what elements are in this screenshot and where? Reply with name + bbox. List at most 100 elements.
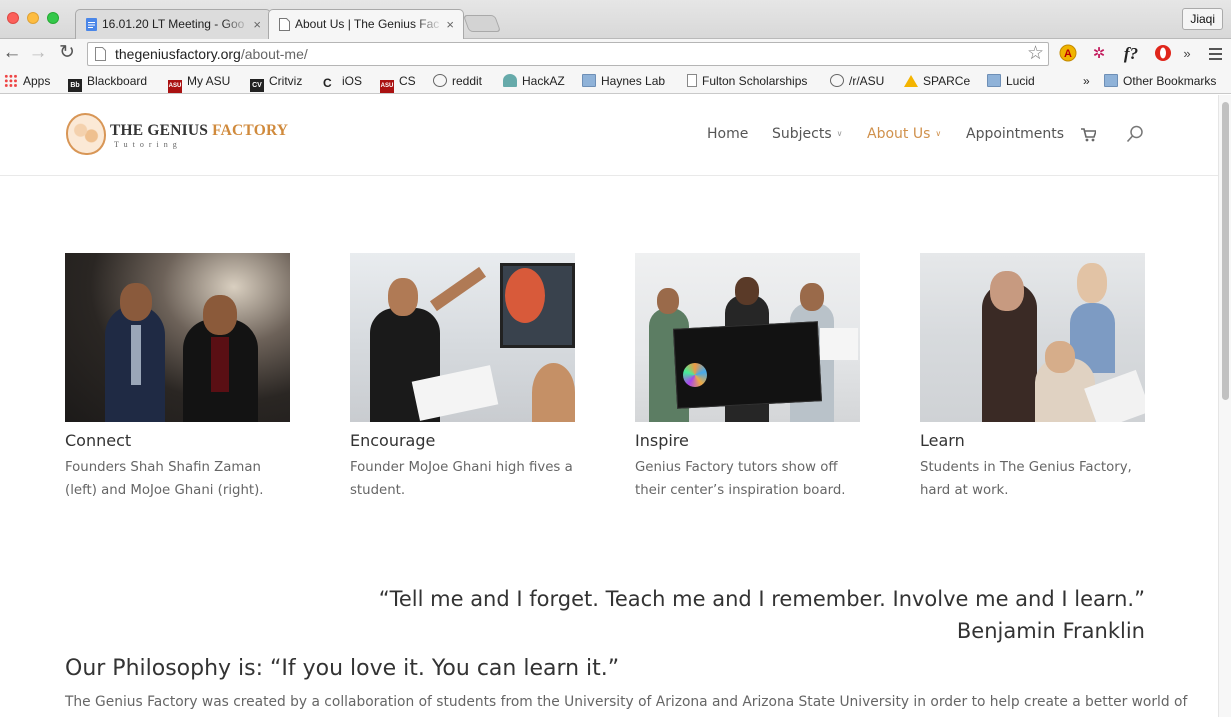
reddit-icon [830, 74, 844, 87]
opera-icon[interactable] [1153, 44, 1173, 64]
chevron-down-icon: ∨ [836, 129, 843, 138]
logo-tagline: Tutoring [114, 140, 182, 149]
bookmarks-bar: Apps Bb Blackboard ASU My ASU CV Critviz Ci… [0, 69, 1231, 94]
bookmark-other[interactable]: Other Bookmarks [1104, 73, 1216, 89]
url-text: thegeniusfactory.org/about-me/ [115, 46, 308, 62]
chevron-down-icon: ∨ [935, 129, 942, 138]
minimize-window-button[interactable] [27, 12, 39, 24]
tab-fade [415, 10, 443, 39]
close-tab-icon[interactable]: × [446, 10, 454, 39]
about-paragraph: The Genius Factory was created by a coll… [65, 694, 1188, 710]
svg-text:A: A [1064, 48, 1072, 60]
menu-icon[interactable] [1209, 48, 1222, 60]
bookmarks-overflow-icon[interactable]: » [1083, 73, 1090, 89]
close-tab-icon[interactable]: × [253, 10, 261, 39]
nav-subjects[interactable]: Subjects ∨ [772, 126, 843, 142]
bookmark-hackaz[interactable]: HackAZ [503, 73, 565, 89]
bookmark-my-asu[interactable]: ASU My ASU [168, 73, 230, 93]
bookmark-label: iOS [342, 74, 363, 88]
nav-appointments[interactable]: Appointments [966, 126, 1064, 142]
bookmark-star-icon[interactable]: ☆ [1027, 43, 1044, 65]
profile-button[interactable]: Jiaqi [1182, 8, 1223, 30]
bookmark-r-asu[interactable]: /r/ASU [830, 73, 884, 89]
bookmark-label: Blackboard [87, 74, 148, 88]
blackboard-icon: Bb [68, 79, 82, 92]
card-title: Encourage [350, 431, 436, 450]
card-inspire: Inspire Genius Factory tutors show off t… [635, 253, 860, 502]
hackaz-icon [503, 74, 517, 87]
search-icon[interactable] [1126, 125, 1144, 143]
reload-icon[interactable]: ↻ [57, 43, 77, 65]
folder-icon [582, 74, 596, 87]
bookmark-apps[interactable]: Apps [4, 73, 50, 89]
zoom-window-button[interactable] [47, 12, 59, 24]
close-window-button[interactable] [7, 12, 19, 24]
tab-about-us[interactable]: About Us | The Genius Fac × [268, 9, 464, 39]
quote-author: Benjamin Franklin [956, 619, 1145, 643]
card-caption: Students in The Genius Factory, hard at … [920, 460, 1132, 498]
bookmark-reddit[interactable]: reddit [433, 73, 482, 89]
bookmark-ios[interactable]: CiOS [323, 73, 362, 90]
tab-lt-meeting[interactable]: 16.01.20 LT Meeting - Goo × [75, 9, 271, 39]
address-bar[interactable]: thegeniusfactory.org/about-me/ ☆ [87, 42, 1049, 66]
bookmark-haynes-lab[interactable]: Haynes Lab [582, 73, 665, 89]
card-caption: Genius Factory tutors show off their cen… [635, 460, 846, 498]
drive-icon [904, 75, 918, 87]
quote-text: “Tell me and I forget. Teach me and I re… [378, 587, 1145, 611]
cart-icon[interactable] [1081, 128, 1096, 142]
card-title: Inspire [635, 431, 689, 450]
logo-name: THE GENIUS FACTORY [110, 122, 288, 140]
url-path: /about-me/ [240, 46, 308, 62]
students-photo [920, 253, 1145, 422]
nav-about-us[interactable]: About Us ∨ [867, 126, 941, 142]
card-caption: Founder MoJoe Ghani high fives a student… [350, 460, 573, 498]
reddit-icon [433, 74, 447, 87]
formula-extension-icon[interactable]: f? [1120, 44, 1142, 64]
card-encourage: Encourage Founder MoJoe Ghani high fives… [350, 253, 575, 502]
inspiration-board-photo [635, 253, 860, 422]
back-arrow-icon[interactable]: ← [2, 43, 22, 65]
asu-icon: ASU [380, 80, 394, 93]
nav-home[interactable]: Home [707, 126, 748, 142]
brain-logo-icon [66, 113, 106, 155]
logo-name-accent: FACTORY [212, 122, 289, 139]
tab-strip: 16.01.20 LT Meeting - Goo × About Us | T… [0, 0, 1231, 39]
bookmark-cs[interactable]: ASU CS [380, 73, 416, 93]
site-logo[interactable]: THE GENIUS FACTORY Tutoring [66, 113, 306, 157]
bookmark-fulton-scholarships[interactable]: Fulton Scholarships [687, 73, 807, 89]
bookmark-label: My ASU [187, 74, 231, 88]
c-icon: C [323, 76, 332, 90]
bookmark-label: reddit [452, 74, 483, 88]
nav-label: About Us [867, 126, 931, 142]
tab-fade [222, 10, 250, 39]
bookmark-label: SPARCe [923, 74, 971, 88]
bookmark-sparce[interactable]: SPARCe [904, 73, 970, 89]
asu-icon: ASU [168, 80, 182, 93]
card-learn: Learn Students in The Genius Factory, ha… [920, 253, 1145, 502]
scrollbar-thumb[interactable] [1222, 102, 1229, 400]
bookmark-label: /r/ASU [849, 74, 885, 88]
bookmark-label: Fulton Scholarships [702, 74, 808, 88]
bookmark-blackboard[interactable]: Bb Blackboard [68, 73, 147, 92]
bookmark-critviz[interactable]: CV Critviz [250, 73, 302, 92]
nav-label: Subjects [772, 126, 832, 142]
extensions-overflow-icon[interactable]: » [1181, 44, 1193, 64]
high-five-photo [350, 253, 575, 422]
card-caption: Founders Shah Shafin Zaman (left) and Mo… [65, 460, 264, 498]
adblock-icon[interactable]: A [1058, 44, 1078, 64]
bookmark-lucid[interactable]: Lucid [987, 73, 1035, 89]
bookmark-label: CS [399, 74, 416, 88]
card-connect: Connect Founders Shah Shafin Zaman (left… [65, 253, 290, 502]
new-tab-button[interactable] [462, 15, 502, 32]
bookmark-label: Critviz [269, 74, 303, 88]
extension-icon[interactable]: ✲ [1088, 44, 1110, 64]
site-header: THE GENIUS FACTORY Tutoring Home Subject… [0, 95, 1218, 176]
bookmark-label: Other Bookmarks [1123, 74, 1217, 88]
page-scrollbar[interactable] [1218, 95, 1231, 717]
forward-arrow-icon[interactable]: → [28, 43, 48, 65]
folder-icon [1104, 74, 1118, 87]
url-host: thegeniusfactory.org [115, 46, 241, 62]
bookmark-label: Lucid [1006, 74, 1035, 88]
critviz-icon: CV [250, 79, 264, 92]
bookmark-label: Apps [23, 74, 51, 88]
